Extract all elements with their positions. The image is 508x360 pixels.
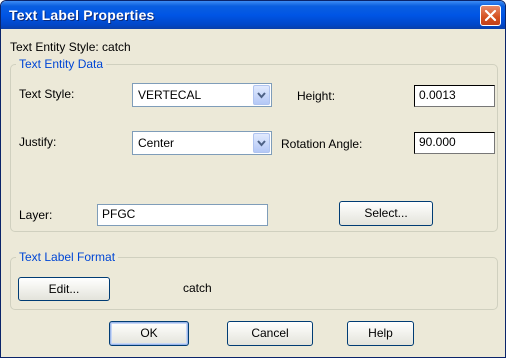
rotation-angle-input[interactable]: 90.000	[414, 132, 495, 154]
text-style-value: VERTECAL	[138, 88, 202, 102]
cancel-button-label: Cancel	[251, 326, 289, 340]
text-entity-data-legend: Text Entity Data	[16, 57, 107, 71]
chevron-down-icon	[257, 140, 266, 147]
edit-button[interactable]: Edit...	[18, 277, 110, 301]
ok-button-label: OK	[140, 326, 158, 340]
select-button[interactable]: Select...	[339, 201, 433, 226]
text-label-format-legend: Text Label Format	[16, 250, 119, 264]
text-style-label: Text Style:	[19, 87, 75, 101]
select-button-label: Select...	[364, 206, 408, 220]
ok-button[interactable]: OK	[109, 321, 189, 346]
cancel-button[interactable]: Cancel	[227, 321, 313, 346]
chevron-down-icon	[257, 92, 266, 99]
rotation-angle-label: Rotation Angle:	[281, 137, 363, 151]
height-label: Height:	[297, 89, 336, 103]
justify-label: Justify:	[19, 135, 57, 149]
justify-dropdown-button[interactable]	[253, 133, 270, 153]
height-input[interactable]: 0.0013	[414, 85, 495, 107]
layer-label: Layer:	[19, 208, 53, 222]
entity-style-label: Text Entity Style: catch	[10, 40, 131, 54]
dialog-window: Text Label Properties Text Entity Style:…	[0, 0, 506, 358]
justify-value: Center	[138, 136, 175, 150]
edit-button-label: Edit...	[48, 282, 80, 296]
title-bar[interactable]: Text Label Properties	[1, 1, 505, 29]
text-style-dropdown-button[interactable]	[253, 85, 270, 105]
justify-dropdown[interactable]: Center	[132, 131, 272, 155]
text-label-format-value: catch	[183, 281, 212, 295]
window-title: Text Label Properties	[9, 7, 155, 23]
help-button[interactable]: Help	[347, 321, 414, 346]
close-button[interactable]	[480, 5, 501, 26]
text-style-dropdown[interactable]: VERTECAL	[132, 83, 272, 107]
help-button-label: Help	[368, 326, 393, 340]
layer-input[interactable]: PFGC	[97, 204, 268, 226]
close-icon	[484, 9, 497, 22]
